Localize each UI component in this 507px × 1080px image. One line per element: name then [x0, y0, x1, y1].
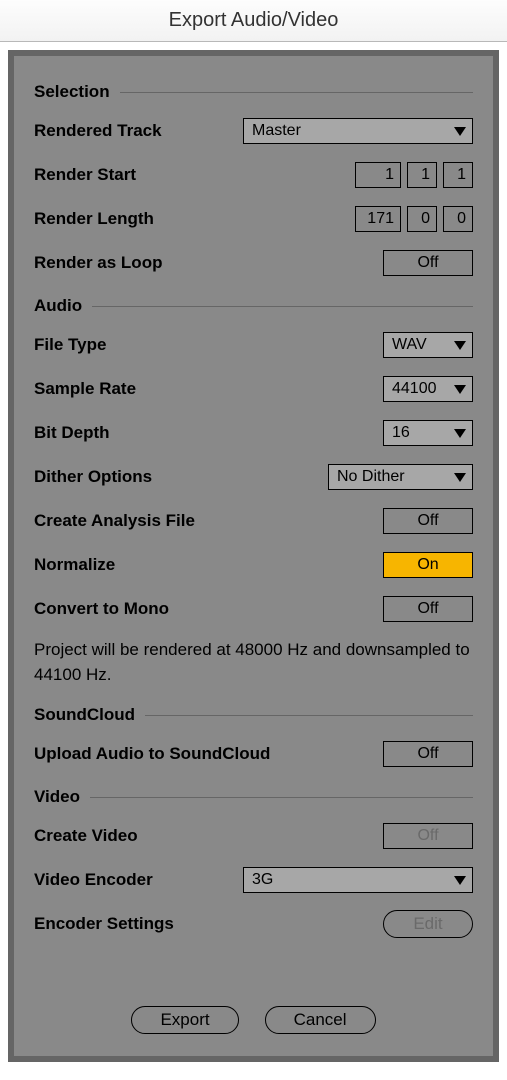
export-panel: Selection Rendered Track Master Render S…: [8, 50, 499, 1062]
render-length-beats[interactable]: 0: [407, 206, 437, 232]
row-render-length: Render Length 171 0 0: [34, 204, 473, 234]
row-analysis: Create Analysis File Off: [34, 506, 473, 536]
chevron-down-icon: [454, 341, 466, 350]
export-button[interactable]: Export: [131, 1006, 238, 1034]
file-type-label: File Type: [34, 335, 106, 355]
row-video-encoder: Video Encoder 3G: [34, 865, 473, 895]
sample-rate-dropdown[interactable]: 44100: [383, 376, 473, 402]
bit-depth-value: 16: [392, 424, 410, 442]
analysis-label: Create Analysis File: [34, 511, 195, 531]
dither-label: Dither Options: [34, 467, 152, 487]
render-start-beats[interactable]: 1: [407, 162, 437, 188]
divider: [120, 92, 473, 93]
bit-depth-dropdown[interactable]: 16: [383, 420, 473, 446]
divider: [92, 306, 473, 307]
row-encoder-settings: Encoder Settings Edit: [34, 909, 473, 939]
render-length-group: 171 0 0: [355, 206, 473, 232]
cancel-button[interactable]: Cancel: [265, 1006, 376, 1034]
upload-soundcloud-toggle[interactable]: Off: [383, 741, 473, 767]
section-soundcloud: SoundCloud: [34, 705, 473, 725]
section-selection-label: Selection: [34, 82, 110, 102]
divider: [90, 797, 473, 798]
sample-rate-label: Sample Rate: [34, 379, 136, 399]
render-as-loop-label: Render as Loop: [34, 253, 162, 273]
file-type-dropdown[interactable]: WAV: [383, 332, 473, 358]
row-normalize: Normalize On: [34, 550, 473, 580]
video-encoder-value: 3G: [252, 871, 273, 889]
section-audio: Audio: [34, 296, 473, 316]
dialog-buttons: Export Cancel: [14, 1006, 493, 1034]
chevron-down-icon: [454, 429, 466, 438]
create-video-toggle: Off: [383, 823, 473, 849]
render-note: Project will be rendered at 48000 Hz and…: [34, 638, 473, 687]
render-start-bars[interactable]: 1: [355, 162, 401, 188]
window-titlebar: Export Audio/Video: [0, 0, 507, 42]
render-length-label: Render Length: [34, 209, 154, 229]
section-soundcloud-label: SoundCloud: [34, 705, 135, 725]
chevron-down-icon: [454, 385, 466, 394]
row-sample-rate: Sample Rate 44100: [34, 374, 473, 404]
encoder-settings-button: Edit: [383, 910, 473, 938]
rendered-track-dropdown[interactable]: Master: [243, 118, 473, 144]
section-selection: Selection: [34, 82, 473, 102]
window-title: Export Audio/Video: [169, 9, 339, 32]
section-audio-label: Audio: [34, 296, 82, 316]
create-video-label: Create Video: [34, 826, 138, 846]
row-rendered-track: Rendered Track Master: [34, 116, 473, 146]
dither-dropdown[interactable]: No Dither: [328, 464, 473, 490]
bit-depth-label: Bit Depth: [34, 423, 110, 443]
chevron-down-icon: [454, 127, 466, 136]
analysis-toggle[interactable]: Off: [383, 508, 473, 534]
divider: [145, 715, 473, 716]
video-encoder-dropdown[interactable]: 3G: [243, 867, 473, 893]
render-start-sixteenths[interactable]: 1: [443, 162, 473, 188]
chevron-down-icon: [454, 876, 466, 885]
render-length-bars[interactable]: 171: [355, 206, 401, 232]
encoder-settings-label: Encoder Settings: [34, 914, 174, 934]
mono-label: Convert to Mono: [34, 599, 169, 619]
row-create-video: Create Video Off: [34, 821, 473, 851]
row-mono: Convert to Mono Off: [34, 594, 473, 624]
upload-soundcloud-label: Upload Audio to SoundCloud: [34, 744, 270, 764]
row-file-type: File Type WAV: [34, 330, 473, 360]
render-as-loop-toggle[interactable]: Off: [383, 250, 473, 276]
normalize-label: Normalize: [34, 555, 115, 575]
file-type-value: WAV: [392, 336, 427, 354]
render-start-group: 1 1 1: [355, 162, 473, 188]
row-dither: Dither Options No Dither: [34, 462, 473, 492]
render-length-sixteenths[interactable]: 0: [443, 206, 473, 232]
dither-value: No Dither: [337, 468, 405, 486]
rendered-track-value: Master: [252, 122, 301, 140]
mono-toggle[interactable]: Off: [383, 596, 473, 622]
sample-rate-value: 44100: [392, 380, 437, 398]
render-start-label: Render Start: [34, 165, 136, 185]
row-render-start: Render Start 1 1 1: [34, 160, 473, 190]
normalize-toggle[interactable]: On: [383, 552, 473, 578]
video-encoder-label: Video Encoder: [34, 870, 153, 890]
row-upload-soundcloud: Upload Audio to SoundCloud Off: [34, 739, 473, 769]
row-bit-depth: Bit Depth 16: [34, 418, 473, 448]
section-video-label: Video: [34, 787, 80, 807]
row-render-as-loop: Render as Loop Off: [34, 248, 473, 278]
section-video: Video: [34, 787, 473, 807]
rendered-track-label: Rendered Track: [34, 121, 162, 141]
chevron-down-icon: [454, 473, 466, 482]
